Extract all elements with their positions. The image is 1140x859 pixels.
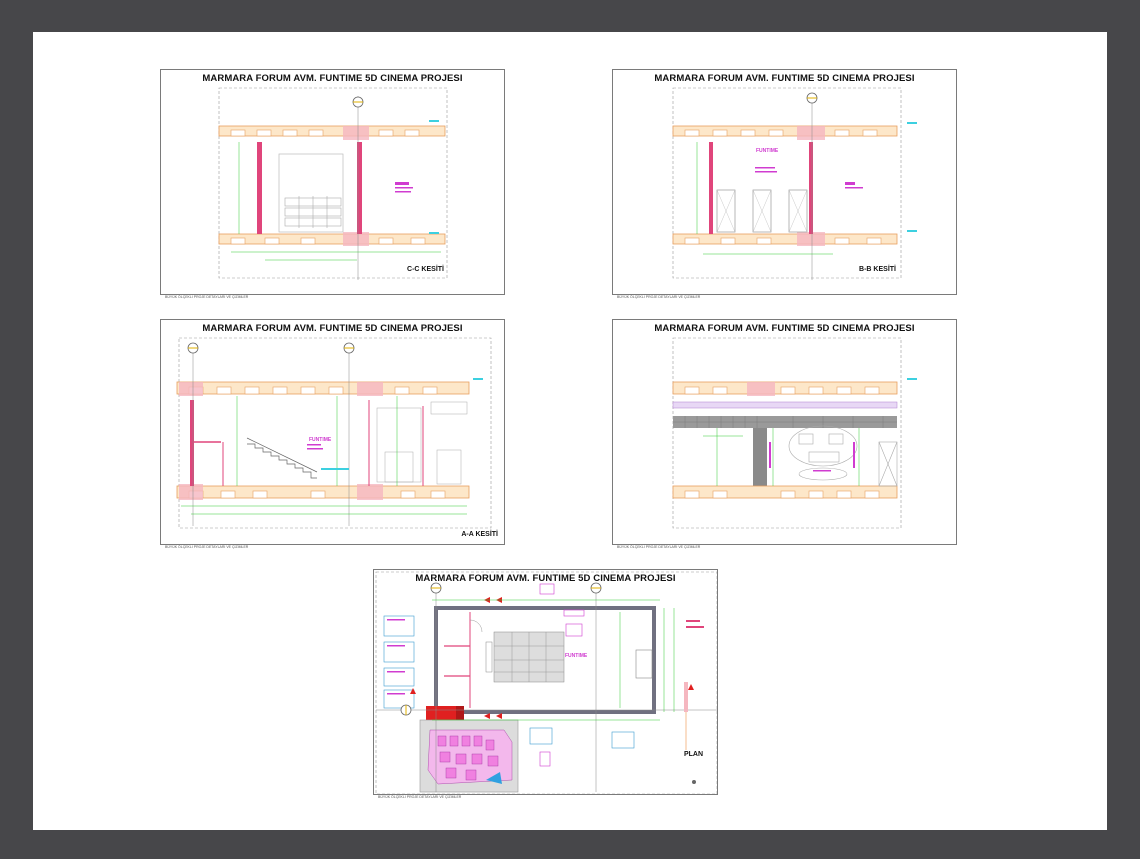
sheet-footnote: BÜYÜK ÖLÇEKLİ PROJE DETAYLARI VE ÇİZİMLE… (165, 295, 249, 299)
sheet-footnote: BÜYÜK ÖLÇEKLİ PROJE DETAYLARI VE ÇİZİMLE… (617, 295, 701, 299)
brand-label: FUNTIME (565, 653, 588, 659)
section-label: A-A KESİTİ (461, 531, 498, 538)
section-label: B-B KESİTİ (859, 266, 896, 273)
elevation-drawing (672, 337, 917, 529)
sheet-cc-section: MARMARA FORUM AVM. FUNTIME 5D CINEMA PRO… (160, 69, 505, 295)
sheet-plan: MARMARA FORUM AVM. FUNTIME 5D CINEMA PRO… (373, 569, 718, 795)
section-drawing (218, 87, 448, 280)
section-label: C-C KESİTİ (407, 266, 444, 273)
sheet-bb-section: MARMARA FORUM AVM. FUNTIME 5D CINEMA PRO… (612, 69, 957, 295)
sheet-footnote: BÜYÜK ÖLÇEKLİ PROJE DETAYLARI VE ÇİZİMLE… (378, 795, 462, 799)
brand-label: FUNTIME (309, 437, 332, 443)
sheet-footnote: BÜYÜK ÖLÇEKLİ PROJE DETAYLARI VE ÇİZİMLE… (617, 545, 701, 549)
brand-label: FUNTIME (756, 148, 779, 154)
plan-label: PLAN (683, 751, 703, 758)
section-drawing (672, 87, 917, 280)
sheet-footnote: BÜYÜK ÖLÇEKLİ PROJE DETAYLARI VE ÇİZİMLE… (165, 545, 249, 549)
document-page: MARMARA FORUM AVM. FUNTIME 5D CINEMA PRO… (33, 32, 1107, 830)
plan-drawing (375, 571, 717, 794)
section-drawing (176, 337, 492, 529)
sheet-aa-section: MARMARA FORUM AVM. FUNTIME 5D CINEMA PRO… (160, 319, 505, 545)
sheet-elevation: MARMARA FORUM AVM. FUNTIME 5D CINEMA PRO… (612, 319, 957, 545)
